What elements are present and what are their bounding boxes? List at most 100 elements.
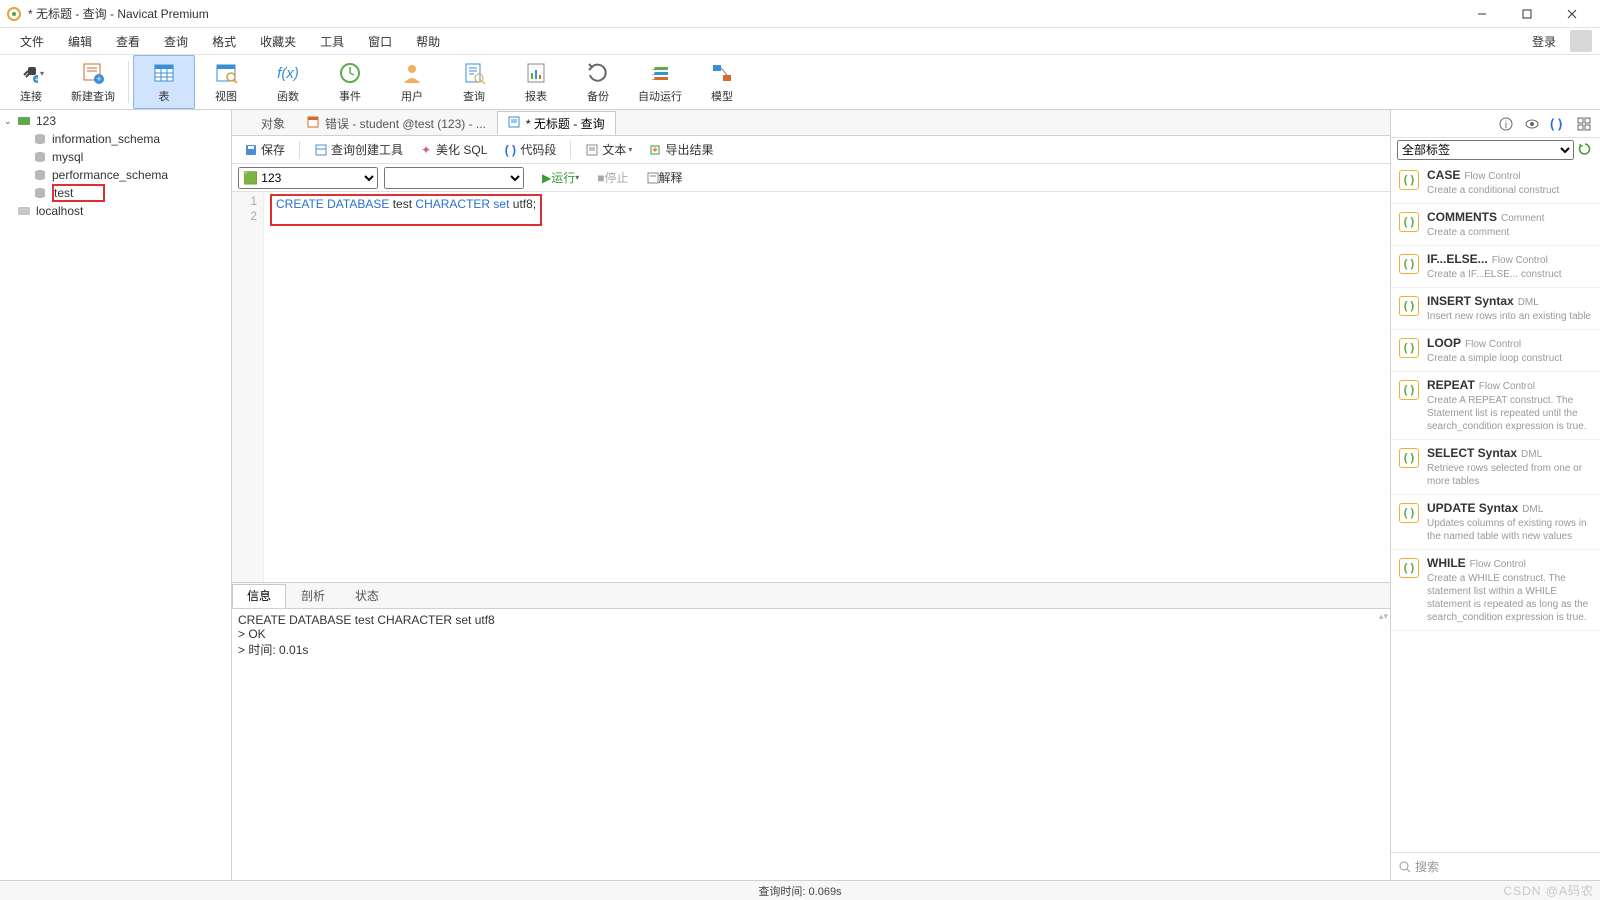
database-icon: [32, 186, 48, 200]
tab-icon: [243, 116, 257, 130]
toolbar-label: 视图: [215, 88, 237, 104]
toolbar-backup[interactable]: 备份: [567, 55, 629, 109]
tree-db-performance_schema[interactable]: performance_schema: [0, 166, 231, 184]
maximize-button[interactable]: [1504, 0, 1549, 28]
menu-1[interactable]: 编辑: [56, 30, 104, 53]
eye-icon[interactable]: [1524, 116, 1540, 132]
snippet-8[interactable]: ( )WHILEFlow ControlCreate a WHILE const…: [1391, 550, 1600, 631]
result-tab-2[interactable]: 状态: [340, 584, 394, 608]
snippet-icon: ( ): [1399, 558, 1419, 578]
explain-label: 解释: [659, 169, 683, 186]
toolbar-plug[interactable]: +▾连接: [0, 55, 62, 109]
auto-icon: [647, 60, 673, 86]
info-icon[interactable]: i: [1498, 116, 1514, 132]
stop-button[interactable]: ■ 停止: [591, 167, 634, 188]
toolbar-user[interactable]: 用户: [381, 55, 443, 109]
menu-4[interactable]: 格式: [200, 30, 248, 53]
text-button[interactable]: 文本 ▾: [579, 139, 638, 160]
snippet-icon: ( ): [1399, 380, 1419, 400]
close-button[interactable]: [1549, 0, 1594, 28]
toolbar-label: 连接: [20, 88, 42, 104]
toolbar-view[interactable]: 视图: [195, 55, 257, 109]
snippet-1[interactable]: ( )COMMENTSCommentCreate a comment: [1391, 204, 1600, 246]
toolbar-clock[interactable]: 事件: [319, 55, 381, 109]
user-icon: [399, 60, 425, 86]
right-panel-icons: i ( ): [1391, 110, 1600, 138]
snippet-0[interactable]: ( )CASEFlow ControlCreate a conditional …: [1391, 162, 1600, 204]
snippet-icon: ( ): [1399, 503, 1419, 523]
snippet-search[interactable]: 搜索: [1391, 852, 1600, 880]
snippet-4[interactable]: ( )LOOPFlow ControlCreate a simple loop …: [1391, 330, 1600, 372]
toolbar-query[interactable]: 查询: [443, 55, 505, 109]
snippet-7[interactable]: ( )UPDATE SyntaxDMLUpdates columns of ex…: [1391, 495, 1600, 550]
database-select[interactable]: [384, 167, 524, 189]
center-area: 对象 错误 - student @test (123) - ... * 无标题 - …: [232, 110, 1390, 880]
toolbar-report[interactable]: 报表: [505, 55, 567, 109]
beautify-sql-button[interactable]: ✦美化 SQL: [413, 139, 493, 160]
tab-1[interactable]: 错误 - student @test (123) - ...: [296, 111, 497, 135]
menu-8[interactable]: 帮助: [404, 30, 452, 53]
sql-editor[interactable]: 12 CREATE DATABASE test CHARACTER set ut…: [232, 192, 1390, 582]
toolbar-table[interactable]: 表: [133, 55, 195, 109]
explain-button[interactable]: 解释: [641, 167, 689, 188]
sidebar: ⌄123information_schemamysqlperformance_s…: [0, 110, 232, 880]
tab-2[interactable]: * 无标题 - 查询: [497, 111, 616, 135]
model-icon: [709, 60, 735, 86]
toolbar-label: 查询: [463, 88, 485, 104]
result-tab-0[interactable]: 信息: [232, 584, 286, 608]
window-controls: [1459, 0, 1594, 28]
menu-2[interactable]: 查看: [104, 30, 152, 53]
menu-7[interactable]: 窗口: [356, 30, 404, 53]
titlebar: * 无标题 - 查询 - Navicat Premium: [0, 0, 1600, 28]
code-snippet-button[interactable]: ( )代码段: [497, 139, 562, 160]
snippet-icon: ( ): [1399, 296, 1419, 316]
export-result-button[interactable]: 导出结果: [642, 139, 719, 160]
avatar[interactable]: [1570, 30, 1592, 52]
save-button[interactable]: 保存: [238, 139, 291, 160]
brackets-icon[interactable]: ( ): [1550, 116, 1566, 132]
toolbar-fx[interactable]: f(x)函数: [257, 55, 319, 109]
snippet-3[interactable]: ( )INSERT SyntaxDMLInsert new rows into …: [1391, 288, 1600, 330]
run-button[interactable]: ▶ 运行 ▾: [536, 167, 585, 188]
snippet-6[interactable]: ( )SELECT SyntaxDMLRetrieve rows selecte…: [1391, 440, 1600, 495]
tag-filter-select[interactable]: 全部标签: [1397, 140, 1574, 160]
tab-label: 错误 - student @test (123) - ...: [325, 115, 486, 132]
backup-icon: [585, 60, 611, 86]
tree-conn-localhost[interactable]: localhost: [0, 202, 231, 220]
menu-0[interactable]: 文件: [8, 30, 56, 53]
grid-icon[interactable]: [1576, 116, 1592, 132]
query-time: 查询时间: 0.069s: [758, 883, 841, 899]
result-text: CREATE DATABASE test CHARACTER set utf8 …: [238, 613, 495, 657]
editor-code[interactable]: CREATE DATABASE test CHARACTER set utf8;: [264, 192, 1390, 582]
connection-icon: [16, 114, 32, 128]
minimize-button[interactable]: [1459, 0, 1504, 28]
tab-icon: [307, 116, 321, 130]
tree-conn-123[interactable]: ⌄123: [0, 112, 231, 130]
snippet-5[interactable]: ( )REPEATFlow ControlCreate A REPEAT con…: [1391, 372, 1600, 440]
refresh-icon[interactable]: [1578, 142, 1594, 158]
toolbar-model[interactable]: 模型: [691, 55, 753, 109]
result-panel: 信息剖析状态 CREATE DATABASE test CHARACTER se…: [232, 582, 1390, 880]
tree-db-information_schema[interactable]: information_schema: [0, 130, 231, 148]
toolbar-auto[interactable]: 自动运行: [629, 55, 691, 109]
menu-3[interactable]: 查询: [152, 30, 200, 53]
result-tab-1[interactable]: 剖析: [286, 584, 340, 608]
toolbar-newquery[interactable]: +新建查询: [62, 55, 124, 109]
tag-filter-row: 全部标签: [1391, 138, 1600, 162]
login-link[interactable]: 登录: [1524, 30, 1564, 53]
menu-5[interactable]: 收藏夹: [248, 30, 308, 53]
clock-icon: [337, 60, 363, 86]
result-output[interactable]: CREATE DATABASE test CHARACTER set utf8 …: [232, 609, 1390, 880]
snippet-2[interactable]: ( )IF...ELSE...Flow ControlCreate a IF..…: [1391, 246, 1600, 288]
query-toolbar: 保存 查询创建工具 ✦美化 SQL ( )代码段 文本 ▾ 导出结果: [232, 136, 1390, 164]
connection-select[interactable]: 🟩 123: [238, 167, 378, 189]
watermark: CSDN @A码农: [1503, 882, 1594, 899]
tree-db-test[interactable]: test: [0, 184, 231, 202]
export-label: 导出结果: [665, 141, 713, 158]
tree-db-mysql[interactable]: mysql: [0, 148, 231, 166]
tab-0[interactable]: 对象: [232, 111, 296, 135]
query-builder-button[interactable]: 查询创建工具: [308, 139, 409, 160]
statusbar: 查询时间: 0.069s CSDN @A码农: [0, 880, 1600, 900]
menu-6[interactable]: 工具: [308, 30, 356, 53]
snippet-icon: ( ): [1399, 254, 1419, 274]
